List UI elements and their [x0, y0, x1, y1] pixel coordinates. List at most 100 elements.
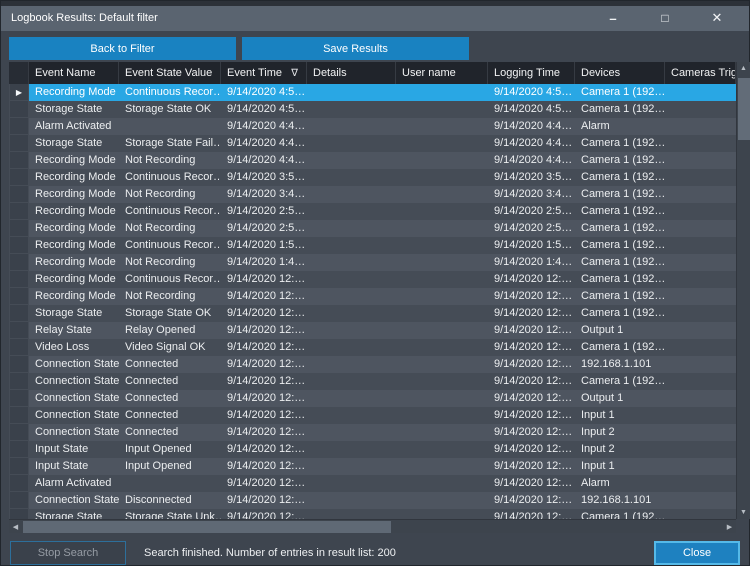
table-row[interactable]: Recording Mode Not Recording 9/14/2020 3… — [9, 186, 736, 203]
table-row[interactable]: ▶ Recording Mode Continuous Recor… 9/14/… — [9, 84, 736, 101]
cell-event-time: 9/14/2020 12:… — [221, 475, 307, 492]
row-selector-cell — [9, 152, 29, 169]
table-row[interactable]: Input State Input Opened 9/14/2020 12:… … — [9, 458, 736, 475]
table-row[interactable]: Storage State Storage State Fail… 9/14/2… — [9, 135, 736, 152]
cell-event-state-value: Video Signal OK — [119, 339, 221, 356]
table-row[interactable]: Input State Input Opened 9/14/2020 12:… … — [9, 441, 736, 458]
cell-logging-time: 9/14/2020 3:5… — [488, 169, 575, 186]
table-row[interactable]: Alarm Activated 9/14/2020 12:… 9/14/2020… — [9, 475, 736, 492]
cell-logging-time: 9/14/2020 12:… — [488, 458, 575, 475]
table-row[interactable]: Connection State Connected 9/14/2020 12:… — [9, 407, 736, 424]
cell-event-name: Storage State — [29, 509, 119, 519]
scroll-right-icon[interactable]: ▶ — [723, 520, 736, 534]
cell-event-state-value: Continuous Recor… — [119, 203, 221, 220]
cell-event-state-value: Connected — [119, 407, 221, 424]
column-header-cameras-triggered[interactable]: Cameras Trig — [665, 62, 736, 84]
save-results-button[interactable]: Save Results — [242, 37, 469, 60]
cell-logging-time: 9/14/2020 12:… — [488, 509, 575, 519]
table-row[interactable]: Storage State Storage State Unk… 9/14/20… — [9, 509, 736, 519]
row-selector-cell — [9, 322, 29, 339]
cell-event-name: Storage State — [29, 101, 119, 118]
cell-event-state-value: Not Recording — [119, 186, 221, 203]
column-header-label: User name — [402, 67, 456, 79]
table-row[interactable]: Recording Mode Continuous Recor… 9/14/20… — [9, 203, 736, 220]
column-header-event-name[interactable]: Event Name — [29, 62, 119, 84]
table-row[interactable]: Recording Mode Continuous Recor… 9/14/20… — [9, 169, 736, 186]
cell-event-state-value: Continuous Recor… — [119, 271, 221, 288]
column-header-label: Event Time — [227, 67, 282, 79]
table-row[interactable]: Recording Mode Not Recording 9/14/2020 1… — [9, 288, 736, 305]
table-row[interactable]: Storage State Storage State OK 9/14/2020… — [9, 101, 736, 118]
column-header-logging-time[interactable]: Logging Time — [488, 62, 575, 84]
cell-event-time: 9/14/2020 12:… — [221, 356, 307, 373]
cell-event-name: Recording Mode — [29, 271, 119, 288]
column-header-devices[interactable]: Devices — [575, 62, 665, 84]
cell-devices: Alarm — [575, 475, 665, 492]
cell-event-time: 9/14/2020 1:5… — [221, 237, 307, 254]
horizontal-scrollbar[interactable]: ◀ ▶ — [9, 519, 736, 533]
vertical-scrollbar[interactable]: ▲ ▼ — [736, 62, 750, 519]
table-row[interactable]: Connection State Disconnected 9/14/2020 … — [9, 492, 736, 509]
scroll-up-icon[interactable]: ▲ — [737, 62, 750, 75]
table-row[interactable]: Recording Mode Not Recording 9/14/2020 1… — [9, 254, 736, 271]
close-button[interactable]: Close — [654, 541, 740, 565]
table-row[interactable]: Storage State Storage State OK 9/14/2020… — [9, 305, 736, 322]
column-header-label: Details — [313, 67, 347, 79]
row-selector-cell — [9, 356, 29, 373]
table-row[interactable]: Recording Mode Not Recording 9/14/2020 4… — [9, 152, 736, 169]
row-selector-cell — [9, 492, 29, 509]
table-row[interactable]: Connection State Connected 9/14/2020 12:… — [9, 373, 736, 390]
cell-event-time: 9/14/2020 1:4… — [221, 254, 307, 271]
table-row[interactable]: Recording Mode Continuous Recor… 9/14/20… — [9, 271, 736, 288]
cell-event-time: 9/14/2020 12:… — [221, 271, 307, 288]
cell-logging-time: 9/14/2020 1:5… — [488, 237, 575, 254]
cell-event-time: 9/14/2020 12:… — [221, 458, 307, 475]
stop-search-button[interactable]: Stop Search — [10, 541, 126, 565]
table-row[interactable]: Video Loss Video Signal OK 9/14/2020 12:… — [9, 339, 736, 356]
table-row[interactable]: Relay State Relay Opened 9/14/2020 12:… … — [9, 322, 736, 339]
cell-event-state-value: Continuous Recor… — [119, 169, 221, 186]
cell-event-name: Recording Mode — [29, 84, 119, 101]
table-row[interactable]: Connection State Connected 9/14/2020 12:… — [9, 390, 736, 407]
horizontal-scrollbar-thumb[interactable] — [23, 521, 391, 533]
table-row[interactable]: Connection State Connected 9/14/2020 12:… — [9, 424, 736, 441]
table-row[interactable]: Alarm Activated 9/14/2020 4:4… 9/14/2020… — [9, 118, 736, 135]
row-selector-cell — [9, 441, 29, 458]
sort-descending-icon[interactable]: ∇ — [291, 68, 298, 79]
title-bar: Logbook Results: Default filter – □ ✕ — [1, 6, 749, 31]
table-row[interactable]: Connection State Connected 9/14/2020 12:… — [9, 356, 736, 373]
maximize-icon[interactable]: □ — [639, 6, 691, 31]
column-header-event-time[interactable]: Event Time ∇ — [221, 62, 307, 84]
cell-event-state-value: Not Recording — [119, 152, 221, 169]
back-to-filter-button[interactable]: Back to Filter — [9, 37, 236, 60]
cell-event-state-value: Storage State OK — [119, 305, 221, 322]
cell-event-state-value: Connected — [119, 390, 221, 407]
cell-event-state-value: Continuous Recor… — [119, 84, 221, 101]
column-header-user-name[interactable]: User name — [396, 62, 488, 84]
cell-event-state-value: Input Opened — [119, 441, 221, 458]
scroll-down-icon[interactable]: ▼ — [737, 506, 750, 519]
cell-devices: Camera 1 (192… — [575, 203, 665, 220]
logbook-results-window: Logbook Results: Default filter – □ ✕ Ba… — [0, 0, 750, 566]
column-header-event-state-value[interactable]: Event State Value — [119, 62, 221, 84]
row-selector-cell — [9, 458, 29, 475]
cell-event-time: 9/14/2020 12:… — [221, 390, 307, 407]
minimize-icon[interactable]: – — [587, 6, 639, 31]
close-icon[interactable]: ✕ — [691, 6, 743, 31]
cell-event-time: 9/14/2020 3:4… — [221, 186, 307, 203]
row-selector-cell — [9, 169, 29, 186]
table-row[interactable]: Recording Mode Not Recording 9/14/2020 2… — [9, 220, 736, 237]
cell-devices: Camera 1 (192… — [575, 254, 665, 271]
row-selector-cell: ▶ — [9, 84, 29, 101]
cell-logging-time: 9/14/2020 12:… — [488, 356, 575, 373]
column-header-details[interactable]: Details — [307, 62, 396, 84]
cell-devices: Camera 1 (192… — [575, 339, 665, 356]
scroll-left-icon[interactable]: ◀ — [9, 520, 22, 534]
cell-devices: Camera 1 (192… — [575, 101, 665, 118]
vertical-scrollbar-thumb[interactable] — [738, 78, 750, 140]
cell-event-time: 9/14/2020 12:… — [221, 492, 307, 509]
cell-event-state-value: Input Opened — [119, 458, 221, 475]
cell-logging-time: 9/14/2020 12:… — [488, 271, 575, 288]
cell-logging-time: 9/14/2020 12:… — [488, 305, 575, 322]
table-row[interactable]: Recording Mode Continuous Recor… 9/14/20… — [9, 237, 736, 254]
